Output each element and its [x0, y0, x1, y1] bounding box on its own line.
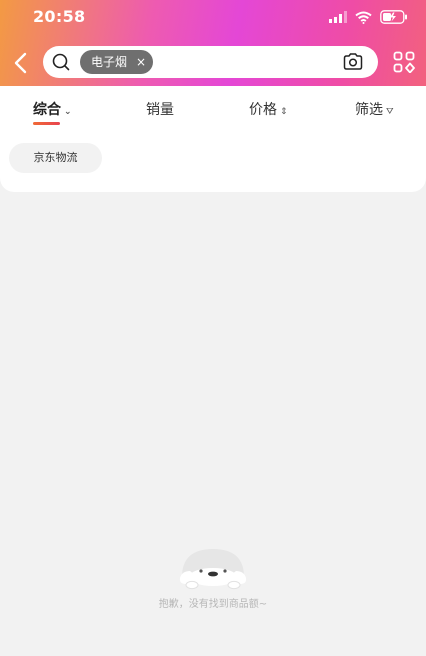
- tag-close-icon[interactable]: ×: [136, 50, 146, 74]
- camera-icon[interactable]: [342, 52, 364, 72]
- status-icons: [329, 9, 408, 25]
- sort-updown-icon: ⇕: [280, 107, 288, 117]
- search-icon: [52, 53, 70, 71]
- tab-label: 销量: [146, 102, 174, 118]
- jd-logistics-filter-chip[interactable]: 京东物流: [9, 143, 102, 173]
- tab-sales[interactable]: 销量: [146, 100, 174, 120]
- tab-label: 价格: [249, 102, 277, 118]
- empty-state-message: 抱歉，没有找到商品额~: [158, 599, 268, 610]
- top-header: 20:58 电子烟 ×: [0, 0, 426, 86]
- wifi-icon: [355, 11, 372, 24]
- tab-comprehensive[interactable]: 综合 ⌄: [33, 100, 72, 120]
- cellular-signal-icon: [329, 11, 347, 23]
- sort-filter-panel: 综合 ⌄ 销量 价格 ⇕ 筛选 ⛛ 京东物流: [0, 86, 426, 192]
- grid-icon[interactable]: [393, 51, 415, 73]
- active-tab-underline: [33, 122, 60, 125]
- tab-label: 筛选: [355, 102, 383, 118]
- tab-filter[interactable]: 筛选 ⛛: [355, 100, 394, 120]
- back-arrow-icon[interactable]: [11, 51, 33, 75]
- status-time: 20:58: [33, 7, 86, 26]
- chevron-down-icon: ⌄: [64, 107, 72, 117]
- search-input[interactable]: 电子烟 ×: [43, 46, 378, 78]
- empty-state-dog-icon: [179, 549, 247, 590]
- search-tag-chip[interactable]: 电子烟 ×: [80, 50, 153, 74]
- tab-price[interactable]: 价格 ⇕: [249, 100, 288, 120]
- search-tag-label: 电子烟: [91, 55, 128, 69]
- battery-charging-icon: [380, 10, 407, 24]
- filter-icon: ⛛: [386, 107, 394, 117]
- tab-label: 综合: [33, 102, 61, 118]
